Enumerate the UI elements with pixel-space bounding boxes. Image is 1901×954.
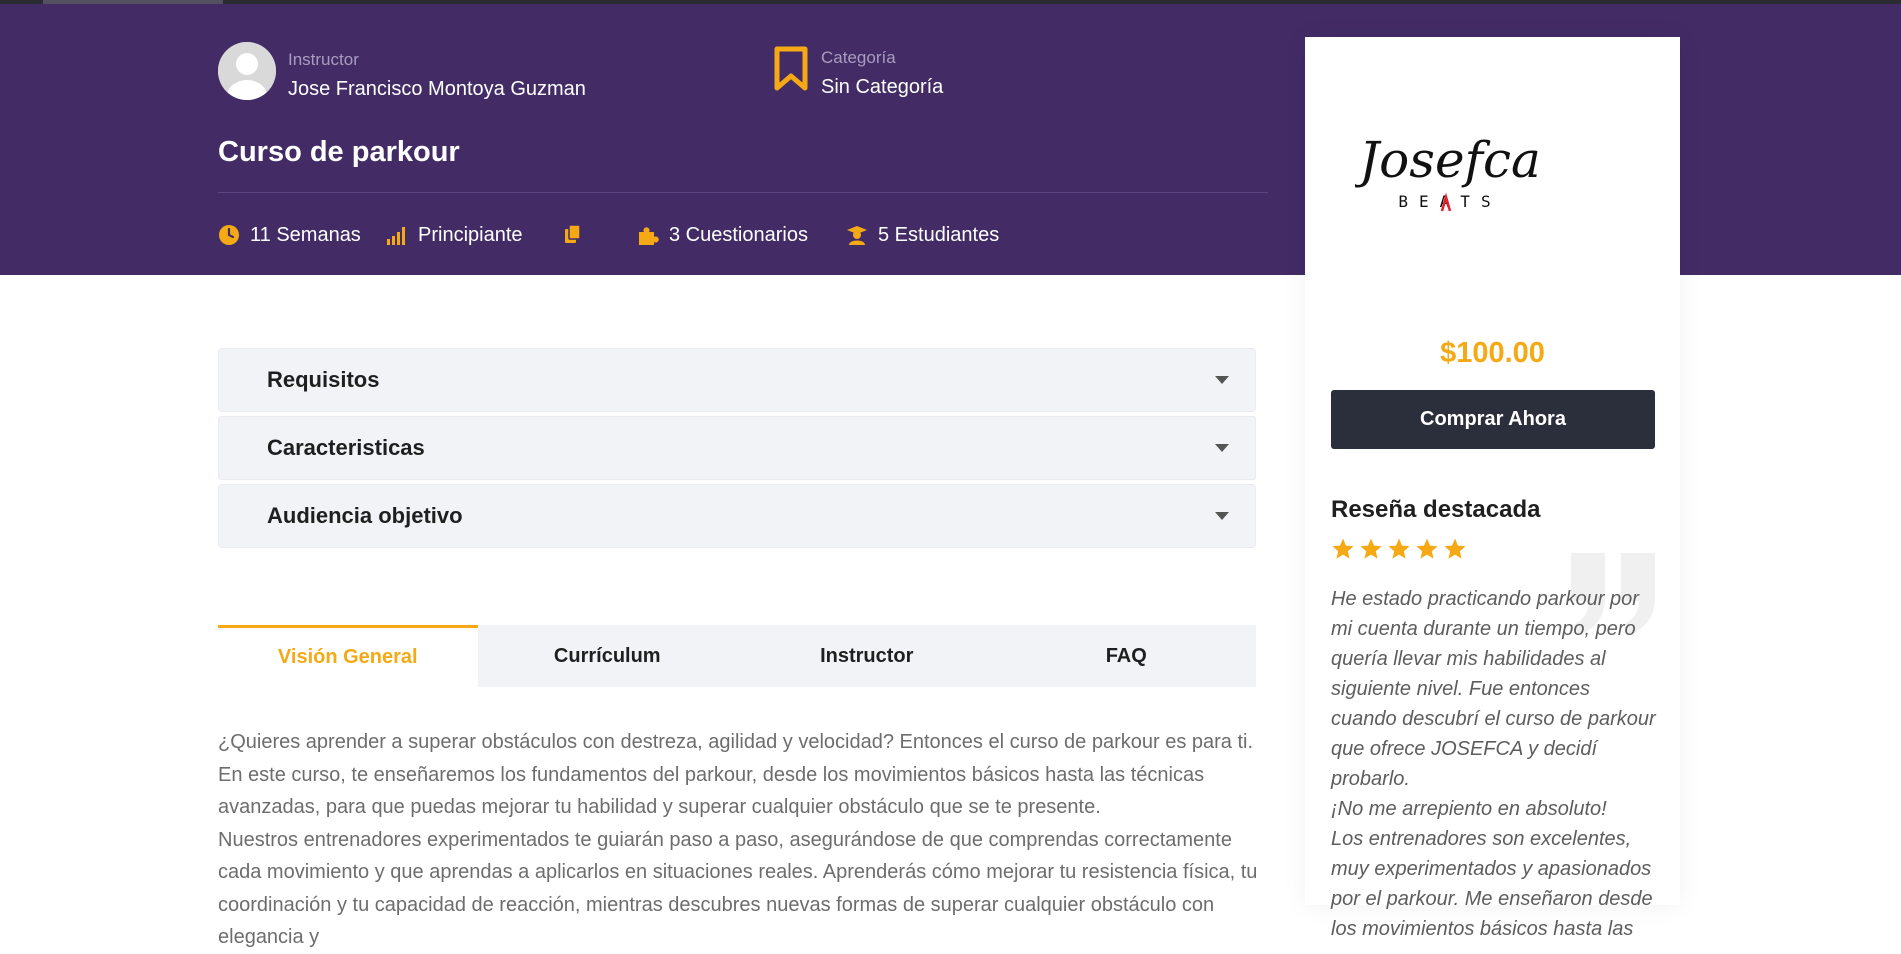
course-tabs: Visión General Currículum Instructor FAQ [218,625,1256,687]
caret-down-icon [1215,376,1229,384]
hero-divider [218,192,1268,193]
bookmark-icon [774,46,808,91]
overview-paragraph: ¿Quieres aprender a superar obstáculos c… [218,731,1254,818]
meta-quizzes: 3 Cuestionarios [637,222,808,248]
star-icon [1388,538,1410,559]
star-icon [1332,538,1354,559]
meta-level: Principiante [386,222,523,248]
accordion-label: Requisitos [267,367,380,392]
accordion-label: Audiencia objetivo [267,503,463,528]
meta-level-text: Principiante [418,223,523,246]
course-price: $100.00 [1440,337,1545,369]
instructor-label: Instructor [288,50,359,69]
caret-down-icon [1215,444,1229,452]
meta-duration-text: 11 Semanas [250,223,361,246]
accordion-audiencia[interactable]: Audiencia objetivo [218,484,1256,548]
category-label: Categoría [821,48,896,67]
review-paragraph: He estado practicando parkour por mi cue… [1331,588,1656,790]
tab-instructor[interactable]: Instructor [737,625,997,687]
user-avatar-icon[interactable] [218,42,276,100]
featured-review-title: Reseña destacada [1331,496,1541,523]
meta-duration: 11 Semanas [218,222,361,248]
review-paragraph: ¡No me arrepiento en absoluto! [1331,798,1607,820]
graduate-icon [847,226,867,245]
accordion-caracteristicas[interactable]: Caracteristicas [218,416,1256,480]
clock-icon [219,225,239,245]
tab-vision-general[interactable]: Visión General [218,625,478,687]
puzzle-icon [639,227,659,245]
accordion-requisitos[interactable]: Requisitos [218,348,1256,412]
overview-paragraph: Nuestros entrenadores experimentados te … [218,828,1258,949]
buy-now-button[interactable]: Comprar Ahora [1331,390,1655,449]
instructor-name[interactable]: Jose Francisco Montoya Guzman [288,78,586,101]
caret-down-icon [1215,512,1229,520]
course-title: Curso de parkour [218,136,460,168]
tab-curriculum[interactable]: Currículum [478,625,738,687]
brand-logo: Josefca BEATS [1355,131,1541,212]
featured-review-text: He estado practicando parkour por mi cue… [1331,584,1661,944]
review-rating [1331,537,1467,561]
category-name[interactable]: Sin Categoría [821,76,943,99]
purchase-card: Josefca BEATS $100.00 Comprar Ahora Rese… [1305,37,1680,940]
accordion-label: Caracteristicas [267,435,425,460]
review-paragraph: Los entrenadores son excelentes, muy exp… [1331,828,1653,940]
logo-text: Josefca [1355,131,1541,189]
meta-quizzes-text: 3 Cuestionarios [669,223,808,246]
signal-bars-icon [387,227,405,245]
tab-faq[interactable]: FAQ [997,625,1257,687]
meta-students: 5 Estudiantes [846,222,999,248]
star-icon [1360,538,1382,559]
meta-lessons [562,222,594,248]
star-icon [1416,538,1438,559]
star-icon [1444,538,1466,559]
meta-students-text: 5 Estudiantes [878,223,1000,246]
copy-icon [565,224,581,243]
course-overview: ¿Quieres aprender a superar obstáculos c… [218,726,1258,954]
